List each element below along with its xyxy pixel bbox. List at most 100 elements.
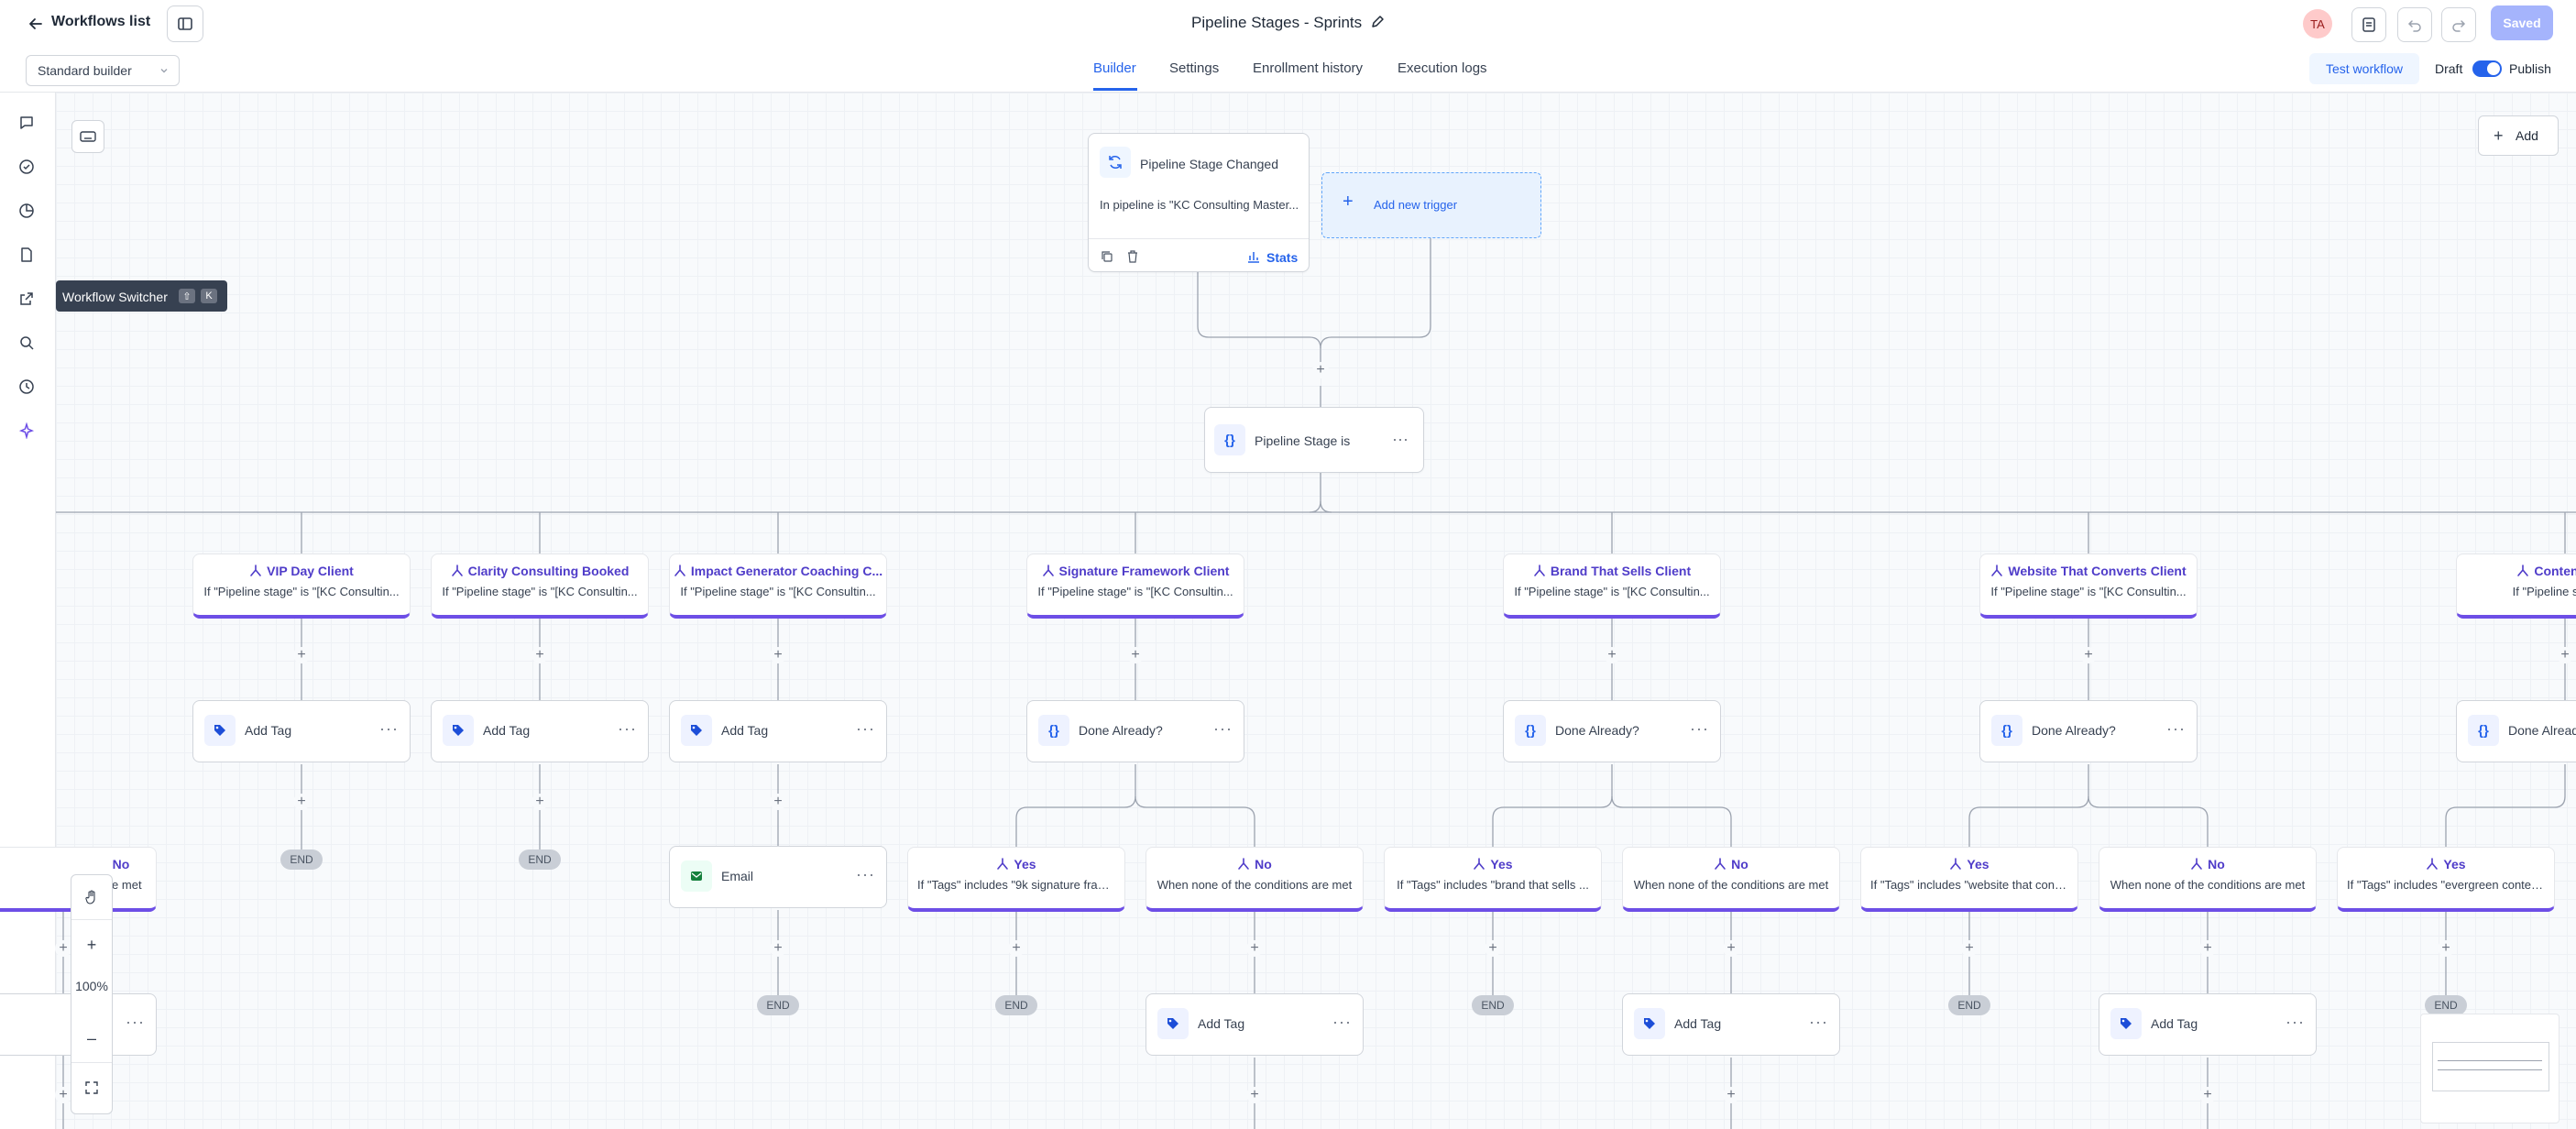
chat-bubble-icon[interactable] bbox=[15, 111, 38, 135]
add-step-plus[interactable]: + bbox=[2199, 1087, 2216, 1103]
add-step-plus[interactable]: + bbox=[293, 794, 310, 810]
more-options-icon[interactable]: ··· bbox=[1690, 719, 1709, 739]
sub-branch-card[interactable]: Yes If "Tags" includes "9k signature fra… bbox=[907, 847, 1125, 912]
add-tag-action[interactable]: Add Tag ··· bbox=[2099, 993, 2317, 1056]
branch-card[interactable]: Website That Converts Client If "Pipelin… bbox=[1979, 554, 2198, 619]
publish-toggle[interactable] bbox=[2472, 60, 2502, 77]
condition-node[interactable]: {} Done Already? ··· bbox=[1979, 700, 2198, 762]
add-step-plus[interactable]: + bbox=[770, 794, 786, 810]
history-clock-icon[interactable] bbox=[15, 375, 38, 399]
undo-button[interactable] bbox=[2397, 7, 2432, 42]
edit-title-pencil-icon[interactable] bbox=[1367, 12, 1387, 32]
add-step-plus[interactable]: + bbox=[2438, 940, 2454, 957]
branch-card[interactable]: Clarity Consulting Booked If "Pipeline s… bbox=[431, 554, 649, 619]
more-options-icon[interactable]: ··· bbox=[856, 719, 875, 739]
copy-icon[interactable] bbox=[1098, 247, 1116, 266]
branch-card[interactable]: Signature Framework Client If "Pipeline … bbox=[1026, 554, 1244, 619]
more-options-icon[interactable]: ··· bbox=[126, 1013, 145, 1032]
add-step-plus[interactable]: + bbox=[1312, 362, 1329, 378]
hand-pan-icon[interactable] bbox=[71, 881, 112, 914]
notes-button[interactable] bbox=[2351, 7, 2386, 42]
add-step-plus[interactable]: + bbox=[1723, 940, 1739, 957]
sub-branch-card[interactable]: No When none of the conditions are met bbox=[1622, 847, 1840, 912]
add-step-plus[interactable]: + bbox=[2199, 940, 2216, 957]
email-action[interactable]: Email ··· bbox=[669, 846, 887, 908]
add-step-plus[interactable]: + bbox=[1127, 647, 1144, 663]
sub-branch-card[interactable]: No When none of the conditions are met bbox=[2099, 847, 2317, 912]
branch-card[interactable]: Impact Generator Coaching C... If "Pipel… bbox=[669, 554, 887, 619]
trigger-node[interactable]: Pipeline Stage Changed In pipeline is "K… bbox=[1088, 133, 1310, 272]
action-label: Add Tag bbox=[721, 723, 769, 738]
condition-node[interactable]: {} Done Already? ··· bbox=[1026, 700, 1244, 762]
more-options-icon[interactable]: ··· bbox=[618, 719, 637, 739]
add-step-plus[interactable]: + bbox=[2080, 647, 2097, 663]
external-link-icon[interactable] bbox=[15, 287, 38, 311]
sub-branch-card[interactable]: No When none of the conditions are met bbox=[1145, 847, 1364, 912]
tab-builder[interactable]: Builder bbox=[1093, 60, 1136, 76]
test-workflow-button[interactable]: Test workflow bbox=[2309, 53, 2419, 84]
add-tag-action[interactable]: Add Tag ··· bbox=[1622, 993, 1840, 1056]
more-options-icon[interactable]: ··· bbox=[1332, 1013, 1352, 1032]
add-step-plus[interactable]: + bbox=[1008, 940, 1025, 957]
tab-enrollment-history[interactable]: Enrollment history bbox=[1253, 60, 1363, 76]
add-step-plus[interactable]: + bbox=[2557, 647, 2573, 663]
more-options-icon[interactable]: ··· bbox=[856, 865, 875, 884]
branch-card[interactable]: Brand That Sells Client If "Pipeline sta… bbox=[1503, 554, 1721, 619]
redo-button[interactable] bbox=[2441, 7, 2476, 42]
add-step-plus[interactable]: + bbox=[1604, 647, 1620, 663]
search-icon[interactable] bbox=[15, 331, 38, 355]
more-options-icon[interactable]: ··· bbox=[2166, 719, 2186, 739]
add-step-plus[interactable]: + bbox=[1246, 940, 1263, 957]
condition-node[interactable]: {} Done Alread ··· bbox=[2456, 700, 2576, 762]
add-step-plus[interactable]: + bbox=[55, 940, 71, 957]
trash-icon[interactable] bbox=[1124, 247, 1142, 266]
zoom-out-button[interactable]: – bbox=[71, 1022, 112, 1055]
sub-branch-card[interactable]: Yes If "Tags" includes "website that con… bbox=[1860, 847, 2078, 912]
pie-chart-icon[interactable] bbox=[15, 199, 38, 223]
add-tag-action[interactable]: Add Tag ··· bbox=[192, 700, 411, 762]
workflow-canvas[interactable]: + Add Workflow Switcher ⇧ K Pipeline Sta… bbox=[0, 93, 2576, 1129]
add-step-plus[interactable]: + bbox=[293, 647, 310, 663]
zoom-in-button[interactable]: + bbox=[71, 928, 112, 961]
minimap[interactable] bbox=[2420, 1014, 2560, 1124]
more-options-icon[interactable]: ··· bbox=[1213, 719, 1233, 739]
more-options-icon[interactable]: ··· bbox=[379, 719, 399, 739]
back-arrow-icon[interactable] bbox=[24, 12, 48, 36]
add-tag-action[interactable]: Add Tag ··· bbox=[1145, 993, 1364, 1056]
document-icon[interactable] bbox=[15, 243, 38, 267]
add-step-plus[interactable]: + bbox=[770, 647, 786, 663]
user-avatar[interactable]: TA bbox=[2303, 9, 2332, 38]
stats-link[interactable]: Stats bbox=[1266, 250, 1298, 265]
sub-branch-card[interactable]: Yes If "Tags" includes "brand that sells… bbox=[1384, 847, 1602, 912]
add-step-plus[interactable]: + bbox=[55, 1087, 71, 1103]
builder-type-select[interactable]: Standard builder bbox=[26, 55, 180, 86]
more-options-icon[interactable]: ··· bbox=[1809, 1013, 1828, 1032]
add-step-plus[interactable]: + bbox=[532, 794, 548, 810]
add-step-plus[interactable]: + bbox=[532, 647, 548, 663]
more-options-icon[interactable]: ··· bbox=[1392, 430, 1409, 449]
ai-sparkle-icon[interactable] bbox=[15, 419, 38, 443]
add-tag-action[interactable]: Add Tag ··· bbox=[431, 700, 649, 762]
condition-node[interactable]: {} Done Already? ··· bbox=[1503, 700, 1721, 762]
add-step-plus[interactable]: + bbox=[1485, 940, 1501, 957]
add-step-plus[interactable]: + bbox=[1246, 1087, 1263, 1103]
add-step-plus[interactable]: + bbox=[1961, 940, 1978, 957]
tab-execution-logs[interactable]: Execution logs bbox=[1398, 60, 1487, 76]
add-step-plus[interactable]: + bbox=[770, 940, 786, 957]
saved-button[interactable]: Saved bbox=[2491, 5, 2553, 40]
add-tag-action[interactable]: Add Tag ··· bbox=[669, 700, 887, 762]
add-step-plus[interactable]: + bbox=[1723, 1087, 1739, 1103]
back-to-workflows-link[interactable]: Workflows list bbox=[51, 14, 150, 30]
keyboard-shortcuts-button[interactable] bbox=[71, 120, 104, 153]
branch-card[interactable]: Content That If "Pipeline stage" is bbox=[2456, 554, 2576, 619]
pipeline-stage-condition-node[interactable]: {} Pipeline Stage is ··· bbox=[1204, 407, 1424, 473]
sub-branch-card[interactable]: Yes If "Tags" includes "evergreen conten… bbox=[2337, 847, 2555, 912]
fit-to-screen-icon[interactable] bbox=[71, 1071, 112, 1104]
branch-card[interactable]: VIP Day Client If "Pipeline stage" is "[… bbox=[192, 554, 411, 619]
add-element-button[interactable]: + Add bbox=[2478, 115, 2559, 156]
tab-settings[interactable]: Settings bbox=[1169, 60, 1219, 76]
more-options-icon[interactable]: ··· bbox=[2286, 1013, 2305, 1032]
toggle-panel-button[interactable] bbox=[167, 5, 203, 42]
check-circle-icon[interactable] bbox=[15, 155, 38, 179]
add-new-trigger-button[interactable]: + Add new trigger bbox=[1321, 172, 1541, 238]
